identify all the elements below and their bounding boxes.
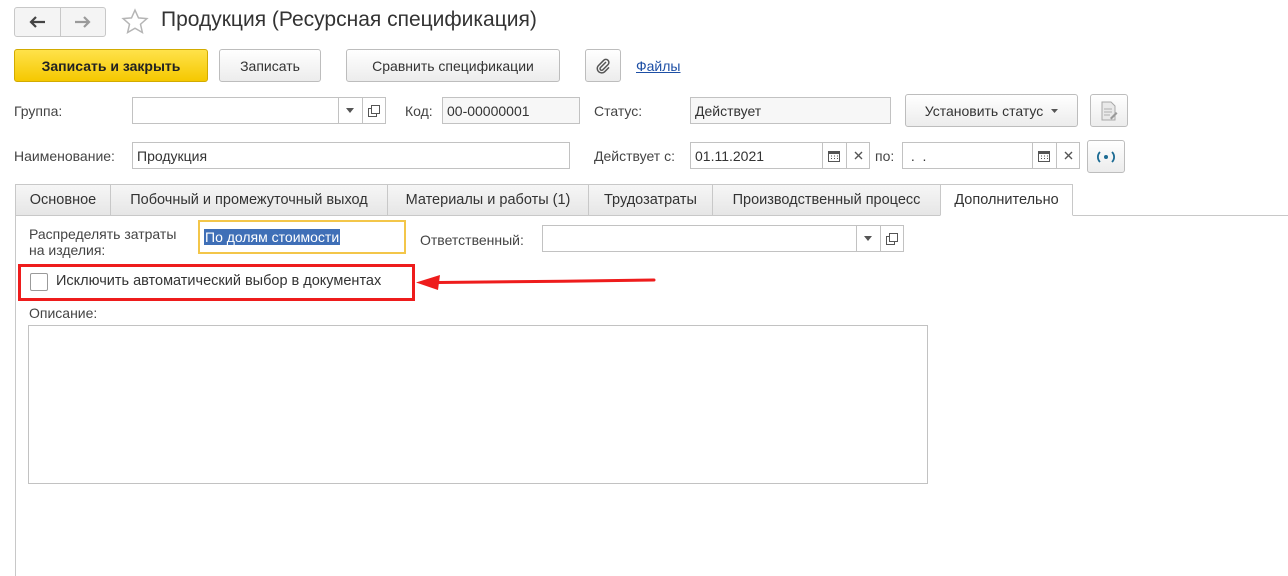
tab-materials[interactable]: Материалы и работы (1) <box>387 184 588 216</box>
tab-byproduct[interactable]: Побочный и промежуточный выход <box>110 184 387 216</box>
save-button[interactable]: Записать <box>219 49 321 82</box>
valid-from-calendar-button[interactable] <box>822 143 845 168</box>
tab-production-process[interactable]: Производственный процесс <box>712 184 940 216</box>
distribute-costs-field[interactable]: По долям стоимости <box>198 220 406 254</box>
chevron-down-icon <box>864 236 872 241</box>
tab-bar: Основное Побочный и промежуточный выход … <box>15 184 1073 216</box>
valid-to-value: . . <box>907 147 927 164</box>
description-textarea[interactable] <box>28 325 928 484</box>
open-icon <box>886 232 898 245</box>
tab-labor[interactable]: Трудозатраты <box>588 184 712 216</box>
valid-to-label: по: <box>875 148 895 164</box>
set-status-label: Установить статус <box>924 102 1044 119</box>
group-dropdown-button[interactable] <box>338 98 361 123</box>
arrow-left-icon <box>29 16 46 28</box>
distribute-costs-label: Распределять затраты на изделия: <box>29 226 176 258</box>
calendar-icon <box>828 150 840 162</box>
tab-main[interactable]: Основное <box>15 184 110 216</box>
chevron-down-icon <box>1051 108 1059 113</box>
attach-file-button[interactable] <box>585 49 621 82</box>
save-and-close-button[interactable]: Записать и закрыть <box>14 49 208 82</box>
valid-to-field[interactable]: . . <box>902 142 1080 169</box>
group-label: Группа: <box>14 103 63 119</box>
forward-button[interactable] <box>59 8 106 36</box>
status-history-button[interactable] <box>1090 94 1128 127</box>
responsible-label: Ответственный: <box>420 232 524 248</box>
tab-divider <box>1073 215 1288 216</box>
code-field[interactable]: 00-00000001 <box>442 97 580 124</box>
valid-from-label: Действует с: <box>594 148 675 164</box>
responsible-field[interactable] <box>542 225 904 252</box>
annotation-highlight-box <box>18 264 415 301</box>
back-button[interactable] <box>15 8 60 36</box>
panel-border <box>15 215 16 576</box>
compare-specifications-button[interactable]: Сравнить спецификации <box>346 49 560 82</box>
open-icon <box>368 104 380 117</box>
history-nav <box>14 7 106 37</box>
arrow-right-icon <box>74 16 91 28</box>
responsible-dropdown-button[interactable] <box>856 226 879 251</box>
name-field[interactable]: Продукция <box>132 142 570 169</box>
tab-additional[interactable]: Дополнительно <box>940 184 1073 216</box>
valid-to-calendar-button[interactable] <box>1032 143 1055 168</box>
document-icon <box>1101 101 1118 120</box>
description-label: Описание: <box>29 305 98 321</box>
valid-from-field[interactable]: 01.11.2021 <box>690 142 870 169</box>
status-field: Действует <box>690 97 891 124</box>
validity-period-button[interactable] <box>1087 140 1125 173</box>
close-icon <box>854 151 862 160</box>
chevron-down-icon <box>346 108 354 113</box>
status-label: Статус: <box>594 103 643 119</box>
valid-from-clear-button[interactable] <box>846 143 869 168</box>
arrow-left-annotation-icon <box>416 275 656 290</box>
close-icon <box>1064 151 1072 160</box>
valid-from-value: 01.11.2021 <box>695 147 765 164</box>
code-label: Код: <box>405 103 433 119</box>
valid-to-clear-button[interactable] <box>1056 143 1079 168</box>
distribute-costs-value: По долям стоимости <box>204 229 341 245</box>
favorite-button[interactable] <box>118 5 152 39</box>
files-link[interactable]: Файлы <box>636 58 680 74</box>
star-icon <box>121 8 149 35</box>
paperclip-icon <box>596 58 610 74</box>
name-label: Наименование: <box>14 148 115 164</box>
group-field[interactable] <box>132 97 386 124</box>
group-open-button[interactable] <box>362 98 385 123</box>
set-status-button[interactable]: Установить статус <box>905 94 1078 127</box>
distribute-costs-label-line1: Распределять затраты <box>29 226 177 242</box>
calendar-icon <box>1038 150 1050 162</box>
responsible-open-button[interactable] <box>880 226 903 251</box>
page-title: Продукция (Ресурсная спецификация) <box>161 8 537 31</box>
period-icon <box>1097 150 1115 163</box>
distribute-costs-label-line2: на изделия: <box>29 242 106 258</box>
